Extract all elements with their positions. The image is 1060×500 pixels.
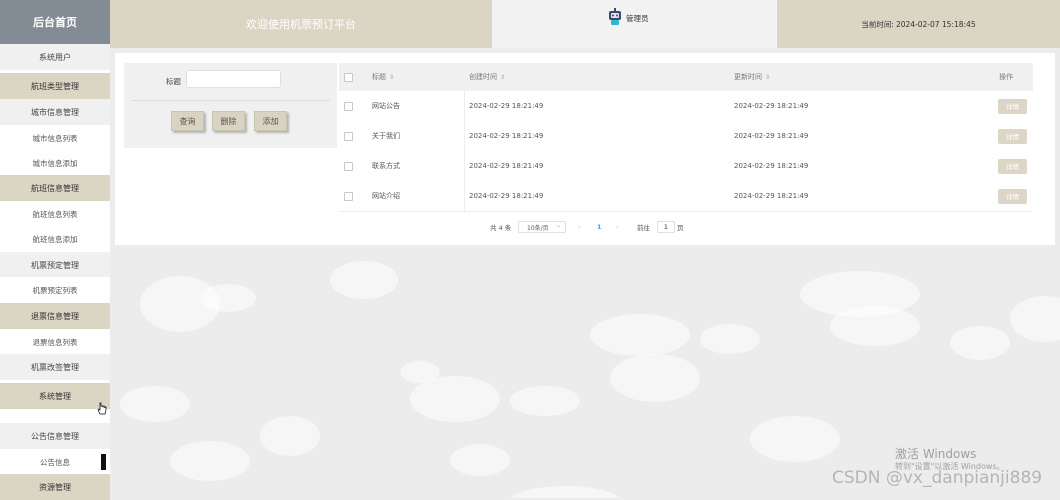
column-divider [464,91,465,211]
activate-windows-title: 激活 Windows [895,447,977,461]
detail-button[interactable]: 详情 [998,188,1027,204]
header-user: 管理员 [492,0,777,48]
sidebar-item-label: 航班信息列表 [32,209,78,219]
cell-updated: 2024-02-29 18:21:49 [734,162,809,170]
sort-icon[interactable]: ⇕ [500,74,505,81]
sidebar-item[interactable]: 系统管理 [0,383,110,409]
sidebar-item[interactable]: 航班信息管理 [0,175,110,201]
sidebar-item-label: 退票信息管理 [31,311,79,321]
goto-label: 前往 [637,224,650,232]
current-time: 当前时间: 2024-02-07 15:18:45 [777,0,1060,48]
delete-button[interactable]: 删除 [212,111,245,131]
sidebar-item[interactable]: 航班信息列表 [0,201,110,227]
row-checkbox[interactable] [344,131,353,141]
user-name[interactable]: 管理员 [626,13,649,24]
sidebar-item[interactable]: 城市信息管理 [0,99,110,125]
table-row: 网站介绍 2024-02-29 18:21:49 2024-02-29 18:21:… [339,181,1033,212]
column-updated[interactable]: 更新时间 ⇕ [734,63,770,91]
chevron-down-icon: ⌄ [555,222,561,229]
cell-created: 2024-02-29 18:21:49 [469,192,544,200]
sidebar-item[interactable]: 公告信息管理 [0,423,110,449]
sidebar-item[interactable]: 退票信息列表 [0,329,110,355]
cell-title: 关于我们 [372,132,400,140]
add-button[interactable]: 添加 [254,111,287,131]
sidebar-item-label: 资源管理 [39,482,71,492]
row-checkbox[interactable] [344,191,353,201]
table-header: 标题 ⇕ 创建时间 ⇕ 更新时间 ⇕ 操作 [339,63,1033,91]
sidebar-item-label: 机票预定管理 [31,260,79,270]
table-row: 关于我们 2024-02-29 18:21:49 2024-02-29 18:21:… [339,121,1033,152]
title-search-input[interactable] [186,70,281,88]
time-label: 当前时间: [861,19,894,29]
sort-icon[interactable]: ⇕ [389,74,394,81]
sidebar-item[interactable]: 退票信息管理 [0,303,110,329]
chevron-right-icon[interactable]: › [616,220,619,234]
sort-icon[interactable]: ⇕ [765,74,770,81]
sidebar-item[interactable]: 公告信息 [0,449,110,475]
hand-cursor-icon [97,402,107,415]
cell-updated: 2024-02-29 18:21:49 [734,132,809,140]
sidebar-item-label: 退票信息列表 [32,337,78,347]
sidebar-item[interactable]: 城市信息添加 [0,150,110,176]
search-panel: 标题 查询 删除 添加 [124,63,337,148]
select-all-checkbox[interactable] [344,72,353,82]
page-number[interactable]: 1 [597,220,602,234]
total-count: 共 4 条 [490,224,512,232]
sidebar-item-label: 城市信息列表 [32,133,78,143]
row-checkbox[interactable] [344,101,353,111]
sidebar-item-label: 城市信息管理 [31,107,79,117]
cell-created: 2024-02-29 18:21:49 [469,132,544,140]
robot-avatar-icon[interactable] [608,8,622,26]
sidebar-item[interactable]: 机票预定列表 [0,277,110,303]
home-link[interactable]: 后台首页 [0,0,110,44]
sidebar-item-label: 系统管理 [39,391,71,401]
chevron-left-icon[interactable]: ‹ [578,220,581,234]
sidebar-item[interactable]: 机票预定管理 [0,252,110,278]
sidebar-item-label: 公告信息 [40,457,70,467]
row-checkbox[interactable] [344,161,353,171]
cell-updated: 2024-02-29 18:21:49 [734,192,809,200]
page-unit: 页 [677,224,684,232]
cell-title: 网站公告 [372,102,400,110]
query-button[interactable]: 查询 [171,111,204,131]
sidebar-item[interactable]: 机票改签管理 [0,354,110,380]
detail-button[interactable]: 详情 [998,98,1027,114]
table-row: 联系方式 2024-02-29 18:21:49 2024-02-29 18:21:… [339,151,1033,182]
column-created[interactable]: 创建时间 ⇕ [469,63,505,91]
sidebar-item-label: 航班类型管理 [31,81,79,91]
cell-created: 2024-02-29 18:21:49 [469,102,544,110]
detail-button[interactable]: 详情 [998,158,1027,174]
time-value: 2024-02-07 15:18:45 [895,19,976,29]
csdn-watermark: CSDN @vx_danpianji889 [832,468,1043,488]
cell-created: 2024-02-29 18:21:49 [469,162,544,170]
sidebar-item[interactable]: 资源管理 [0,474,110,500]
sidebar-item[interactable]: 城市信息列表 [0,125,110,151]
header-title: 欢迎使用机票预订平台 [110,0,492,48]
active-indicator [101,454,106,470]
sidebar-item[interactable]: 系统用户 [0,44,110,70]
search-label: 标题 [166,77,181,86]
column-action: 操作 [999,73,1013,81]
column-title[interactable]: 标题 ⇕ [372,63,394,91]
sidebar-item[interactable]: 航班类型管理 [0,73,110,99]
sidebar-item-label: 系统用户 [39,52,71,62]
sidebar-item-label: 公告信息管理 [31,431,79,441]
divider [132,100,330,101]
sidebar-item-label: 城市信息添加 [32,158,78,168]
cell-updated: 2024-02-29 18:21:49 [734,102,809,110]
table-row: 网站公告 2024-02-29 18:21:49 2024-02-29 18:21:… [339,91,1033,122]
sidebar: 后台首页 系统用户航班类型管理 城市信息管理 城市信息列表 城市信息添加 航班信息管理航… [0,0,110,500]
sidebar-item-label: 机票改签管理 [31,362,79,372]
cell-title: 联系方式 [372,162,400,170]
sidebar-item[interactable]: 航班信息添加 [0,226,110,252]
page-size-select[interactable]: 10条/页 ⌄ [518,221,566,233]
cell-title: 网站介绍 [372,192,400,200]
detail-button[interactable]: 详情 [998,128,1027,144]
goto-page-input[interactable]: 1 [657,221,675,233]
sidebar-item-label: 航班信息添加 [32,234,78,244]
sidebar-item-label: 机票预定列表 [32,285,78,295]
sidebar-item-label: 航班信息管理 [31,183,79,193]
